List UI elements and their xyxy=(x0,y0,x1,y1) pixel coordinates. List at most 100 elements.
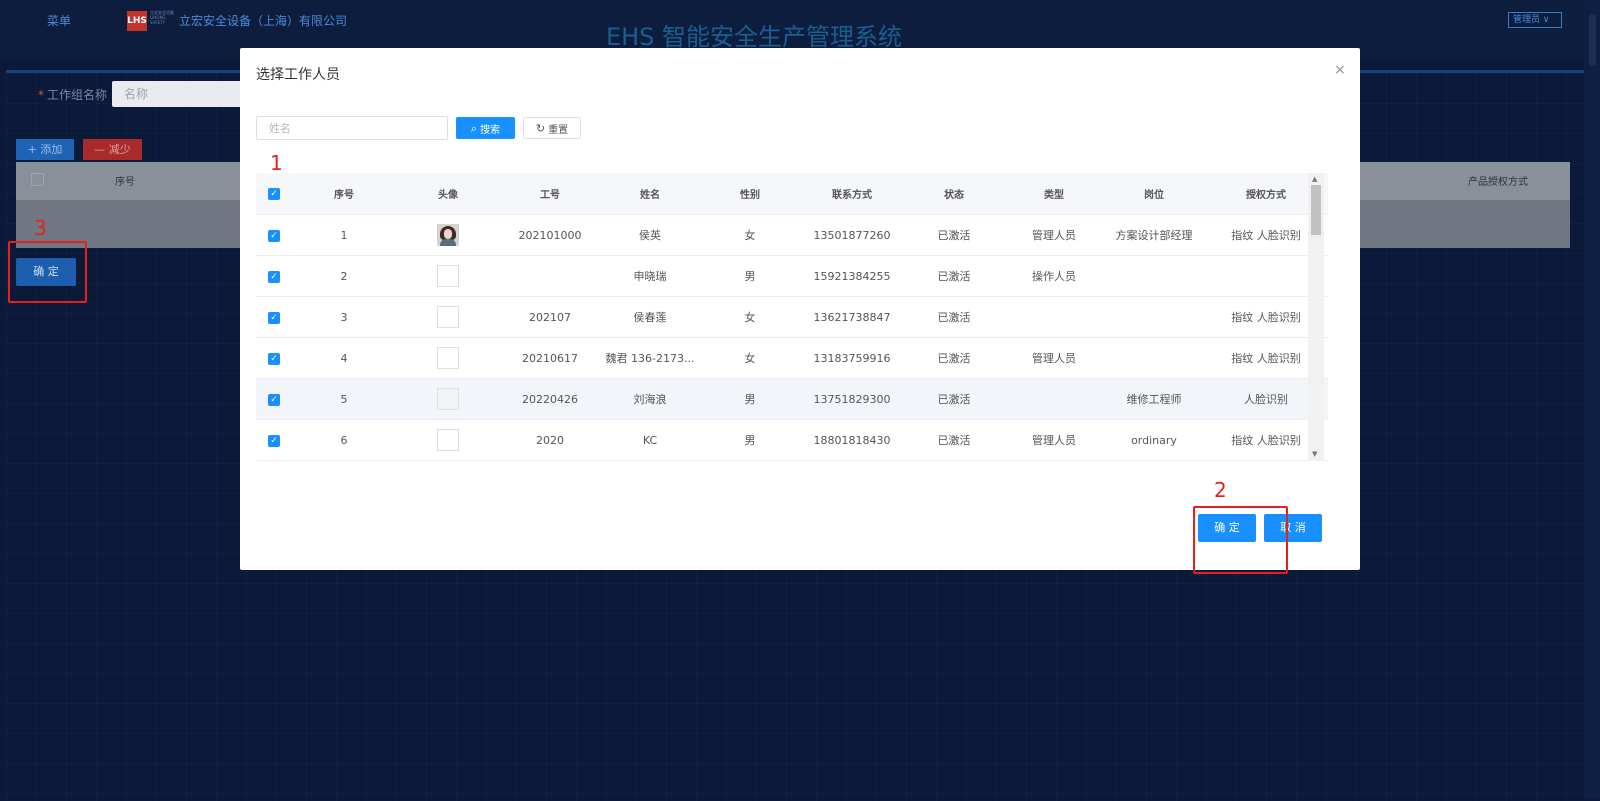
check-icon: ✓ xyxy=(268,434,280,447)
dialog-title: 选择工作人员 xyxy=(256,67,340,83)
row-checkbox[interactable]: ✓ xyxy=(256,460,292,461)
row-checkbox[interactable]: ✓ xyxy=(256,419,292,461)
row-checkbox[interactable]: ✓ xyxy=(256,337,292,379)
cell-avatar[interactable] xyxy=(396,296,500,338)
cell-post xyxy=(1104,255,1204,297)
cell-post: ordinary xyxy=(1104,419,1204,461)
scroll-down-icon[interactable]: ▼ xyxy=(1312,450,1317,458)
select-all-checkbox[interactable]: ✓ xyxy=(256,173,292,215)
search-button-label: 搜索 xyxy=(480,124,501,136)
cell-phone: 13501877260 xyxy=(800,214,904,256)
group-name-label: * 工作组名称 xyxy=(38,88,108,102)
table-row[interactable]: ✓ 6 2020 KC 男 18801818430 已激活 管理人员 ordinary 指纹 人脸… xyxy=(256,419,1328,461)
table-row[interactable]: ✓ 2 申晓瑞男 15921384255 已激活 操作人员 xyxy=(256,255,1328,297)
cell-gender: 男 xyxy=(700,255,800,297)
cell-avatar[interactable] xyxy=(396,378,500,420)
row-checkbox[interactable]: ✓ xyxy=(256,255,292,297)
cell-type xyxy=(1004,378,1104,420)
cell-id: 202101000 xyxy=(500,214,600,256)
cell-gender: 女 xyxy=(700,337,800,379)
cell-phone: 13183759916 xyxy=(800,337,904,379)
avatar-placeholder xyxy=(437,388,459,410)
check-icon: ✓ xyxy=(268,270,280,283)
cell-no: 2 xyxy=(292,255,396,297)
cell-type: 操作人员 xyxy=(1004,255,1104,297)
cell-avatar[interactable] xyxy=(396,419,500,461)
select-staff-dialog: 选择工作人员 × ⌕ 搜索 ↻ 重置 ✓ 序号 头像 工号 姓名 性别 联系方 xyxy=(240,48,1360,570)
table-row[interactable]: ✓7136李言男13611976090已激活管理人员ordinary指纹 人脸识… xyxy=(256,460,1328,461)
table-row[interactable]: ✓ 1 202101000 侯英女 13501877260 已激活 管理人员 方案设计部经理指… xyxy=(256,214,1328,256)
cell-avatar[interactable] xyxy=(396,460,500,461)
search-icon: ⌕ xyxy=(470,121,478,135)
cell-avatar[interactable] xyxy=(396,255,500,297)
cell-post: 维修工程师 xyxy=(1104,378,1204,420)
table-scrollbar[interactable]: ▲ ▼ xyxy=(1308,173,1324,461)
cell-gender: 男 xyxy=(700,378,800,420)
cell-status: 已激活 xyxy=(904,378,1004,420)
cell-status: 已激活 xyxy=(904,460,1004,461)
system-title: EHS 智能安全生产管理系统 xyxy=(605,23,903,51)
close-icon[interactable]: × xyxy=(1334,62,1346,78)
row-checkbox[interactable]: ✓ xyxy=(256,378,292,420)
background-select-all-checkbox[interactable] xyxy=(31,173,44,186)
cell-no: 1 xyxy=(292,214,396,256)
table-row[interactable]: ✓ 5 20220426 刘海浪男 13751829300 已激活 维修工程师 人脸识别 xyxy=(256,378,1328,420)
table-header-row: ✓ 序号 头像 工号 姓名 性别 联系方式 状态 类型 岗位 授权方式 xyxy=(256,173,1328,215)
cell-post xyxy=(1104,296,1204,338)
chevron-down-icon: ∨ xyxy=(1542,15,1550,25)
col-header-phone: 联系方式 xyxy=(800,173,904,215)
col-header-index: 序号 xyxy=(292,173,396,215)
page-scrollbar[interactable] xyxy=(1584,0,1600,799)
cell-no: 7 xyxy=(292,460,396,461)
row-checkbox[interactable]: ✓ xyxy=(256,214,292,256)
reset-button-label: 重置 xyxy=(548,124,569,136)
cell-phone: 18801818430 xyxy=(800,419,904,461)
table-row[interactable]: ✓ 4 20210617 魏君 136-2173... 女 13183759916 已激活管… xyxy=(256,337,1328,379)
check-icon: ✓ xyxy=(268,311,280,324)
reduce-button[interactable]: — 减少 xyxy=(83,139,142,160)
user-menu-dropdown[interactable]: 管理员 ∨ xyxy=(1508,12,1562,28)
cell-avatar[interactable] xyxy=(396,214,500,256)
cell-type: 管理人员 xyxy=(1004,337,1104,379)
page-scrollbar-thumb[interactable] xyxy=(1589,14,1596,66)
col-header-post: 岗位 xyxy=(1104,173,1204,215)
cell-phone: 13621738847 xyxy=(800,296,904,338)
annotation-step-3: 3 xyxy=(34,216,47,240)
avatar-placeholder xyxy=(437,306,459,328)
check-icon: ✓ xyxy=(268,393,280,406)
avatar-placeholder xyxy=(437,265,459,287)
search-button[interactable]: ⌕ 搜索 xyxy=(456,117,515,139)
cell-gender: 女 xyxy=(700,214,800,256)
col-header-avatar: 头像 xyxy=(396,173,500,215)
check-icon: ✓ xyxy=(268,229,280,242)
cell-name: 申晓瑞 xyxy=(600,255,700,297)
reset-button[interactable]: ↻ 重置 xyxy=(523,117,581,139)
cell-id: 20220426 xyxy=(500,378,600,420)
annotation-box-step-3 xyxy=(8,241,87,303)
avatar-photo xyxy=(437,224,459,246)
col-header-id: 工号 xyxy=(500,173,600,215)
table-scrollbar-thumb[interactable] xyxy=(1311,185,1321,235)
cell-post: 方案设计部经理 xyxy=(1104,214,1204,256)
cell-name: 李言 xyxy=(600,460,700,461)
cell-no: 6 xyxy=(292,419,396,461)
cell-no: 4 xyxy=(292,337,396,379)
cell-post xyxy=(1104,337,1204,379)
user-menu-label: 管理员 xyxy=(1513,15,1541,25)
avatar-placeholder xyxy=(437,429,459,451)
cell-avatar[interactable] xyxy=(396,337,500,379)
cell-name: 魏君 136-2173... xyxy=(600,337,700,379)
cell-gender: 男 xyxy=(700,419,800,461)
name-search-input[interactable] xyxy=(256,116,448,140)
annotation-step-2: 2 xyxy=(1214,478,1227,502)
table-row[interactable]: ✓ 3 202107 侯春莲女 13621738847 已激活 指纹 人脸识别 xyxy=(256,296,1328,338)
scroll-up-icon[interactable]: ▲ xyxy=(1312,175,1317,183)
cell-id: 2020 xyxy=(500,419,600,461)
cell-id: 136 xyxy=(500,460,600,461)
cell-phone: 15921384255 xyxy=(800,255,904,297)
add-button[interactable]: + 添加 xyxy=(16,139,74,160)
cell-status: 已激活 xyxy=(904,214,1004,256)
group-name-input[interactable]: 名称 xyxy=(112,81,242,107)
row-checkbox[interactable]: ✓ xyxy=(256,296,292,338)
cell-name: 刘海浪 xyxy=(600,378,700,420)
